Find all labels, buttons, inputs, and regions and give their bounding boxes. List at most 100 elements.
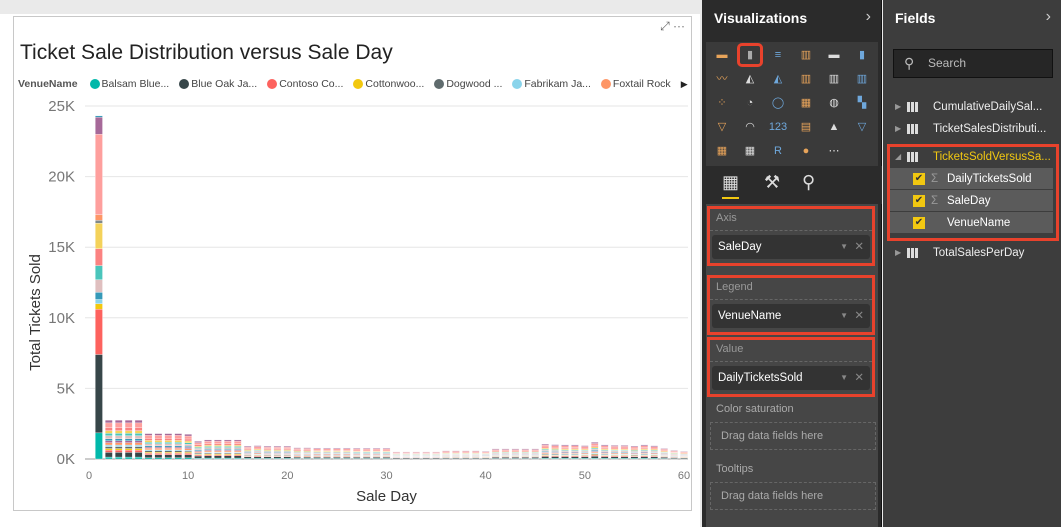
slicer-visual-icon[interactable]: ▽ — [852, 118, 872, 136]
bar-segment — [620, 448, 629, 451]
bar-segment — [650, 453, 659, 455]
remove-icon[interactable]: ✕ — [854, 366, 864, 390]
bar-segment — [253, 446, 262, 449]
axis-field-pill[interactable]: SaleDay ▼ ✕ — [712, 235, 870, 259]
table-visual-icon[interactable]: ▦ — [712, 142, 732, 160]
r-visual-visual-icon[interactable]: R — [768, 142, 788, 160]
kpi-visual-icon[interactable]: ▲ — [824, 118, 844, 136]
x-tick-label: 10 — [182, 470, 194, 482]
map-visual-icon[interactable]: ◍ — [824, 94, 844, 112]
gauge-visual-icon[interactable]: ◠ — [740, 118, 760, 136]
bar-segment — [144, 442, 153, 444]
bar-segment — [313, 455, 321, 457]
search-icon: ⚲ — [904, 55, 915, 71]
fields-search-input[interactable]: ⚲ Search — [893, 49, 1053, 78]
treemap-visual-icon[interactable]: ▦ — [796, 94, 816, 112]
bar-segment — [541, 448, 549, 450]
scatter-visual-icon[interactable]: ⁘ — [712, 94, 732, 112]
clustered-bar-visual-icon[interactable]: ≡ — [768, 46, 788, 64]
value-field-pill[interactable]: DailyTicketsSold ▼ ✕ — [712, 366, 870, 390]
bar-segment — [105, 430, 113, 434]
bar-segment — [640, 456, 649, 459]
legend-item[interactable]: Dogwood ... — [434, 78, 502, 90]
bar-segment — [481, 454, 490, 456]
legend-item[interactable]: Balsam Blue... — [89, 78, 169, 90]
bar-segment — [313, 447, 321, 449]
globe-visual-icon[interactable]: ● — [796, 142, 816, 160]
multi-row-card-visual-icon[interactable]: ▤ — [796, 118, 816, 136]
matrix-visual-icon[interactable]: ▦ — [740, 142, 760, 160]
card-visual-icon[interactable]: 123 — [768, 118, 788, 136]
remove-icon[interactable]: ✕ — [854, 304, 864, 328]
stacked-area-visual-icon[interactable]: ◭ — [768, 70, 788, 88]
bar-segment — [303, 454, 311, 456]
dropdown-icon[interactable]: ▼ — [840, 235, 848, 259]
tooltips-dropzone[interactable]: Drag data fields here — [710, 482, 876, 510]
bar-segment — [541, 454, 549, 456]
100-column-visual-icon[interactable]: ▮ — [852, 46, 872, 64]
line-visual-icon[interactable]: 〰 — [712, 70, 732, 88]
legend-well[interactable]: Legend VenueName ▼ ✕ — [707, 275, 875, 335]
bar-segment — [343, 447, 351, 449]
legend-item[interactable]: Blue Oak Ja... — [179, 78, 257, 90]
legend-next-arrow-icon[interactable]: ▶ — [681, 79, 688, 90]
bar-segment — [600, 450, 609, 452]
format-paint-roller-icon[interactable]: ⚒ — [764, 172, 780, 193]
remove-icon[interactable]: ✕ — [854, 235, 864, 259]
line-clustered-visual-icon[interactable]: ▥ — [824, 70, 844, 88]
bar-segment — [273, 453, 282, 455]
value-well[interactable]: Value DailyTicketsSold ▼ ✕ — [707, 337, 875, 397]
bar-segment — [154, 443, 163, 446]
bar-segment — [630, 450, 639, 452]
bar-segment — [214, 454, 222, 456]
bar-segment — [333, 458, 341, 460]
stacked-column-visual-icon[interactable]: ▮ — [737, 43, 763, 67]
y-tick-label: 15K — [48, 239, 75, 256]
analytics-magnifier-icon[interactable]: ⚲ — [802, 172, 815, 193]
color-saturation-label: Color saturation — [716, 403, 794, 415]
dropdown-icon[interactable]: ▼ — [840, 366, 848, 390]
donut-visual-icon[interactable]: ◯ — [768, 94, 788, 112]
expand-arrow-icon[interactable]: ▶ — [895, 96, 901, 118]
table-total-sales-per-day[interactable]: ▶ TotalSalesPerDay — [883, 242, 1061, 264]
bar-segment — [174, 445, 182, 448]
expand-arrow-icon[interactable]: ▶ — [895, 242, 901, 264]
bar-segment — [323, 447, 331, 449]
more-visual-icon[interactable]: ⋯ — [824, 142, 844, 160]
focus-mode-icon[interactable]: ⤢ ⋯ — [660, 19, 685, 34]
dropdown-icon[interactable]: ▼ — [840, 304, 848, 328]
pie-visual-icon[interactable]: ◔ — [740, 94, 760, 112]
collapse-chevron-icon[interactable]: › — [1046, 8, 1051, 26]
value-label: Value — [710, 340, 872, 362]
color-saturation-dropzone[interactable]: Drag data fields here — [710, 422, 876, 450]
line-column-visual-icon[interactable]: ▥ — [796, 70, 816, 88]
bar-segment — [154, 435, 163, 439]
bar-segment — [521, 448, 530, 450]
clustered-column-visual-icon[interactable]: ▥ — [796, 46, 816, 64]
legend-field-pill[interactable]: VenueName ▼ ✕ — [712, 304, 870, 328]
table-cumulative-daily-sales[interactable]: ▶ CumulativeDailySal... — [883, 96, 1061, 118]
axis-well[interactable]: Axis SaleDay ▼ ✕ — [707, 206, 875, 266]
stacked-bar-visual-icon[interactable]: ▬ — [712, 46, 732, 64]
fields-tab-icon[interactable]: ▦ — [722, 172, 740, 199]
x-tick-label: 20 — [281, 470, 293, 482]
funnel-visual-icon[interactable]: ▽ — [712, 118, 732, 136]
stacked-column-chart-visual[interactable]: ⤢ ⋯ Ticket Sale Distribution versus Sale… — [13, 16, 692, 511]
ribbon-visual-icon[interactable]: ▥ — [852, 70, 872, 88]
bar-segment — [561, 451, 569, 453]
bar-segment — [571, 458, 579, 460]
legend-item[interactable]: Fabrikam Ja... — [512, 78, 591, 90]
bar-segment — [591, 448, 599, 451]
filled-map-visual-icon[interactable]: ▚ — [852, 94, 872, 112]
legend-item[interactable]: Contoso Co... — [267, 78, 343, 90]
bar-segment — [124, 420, 133, 424]
expand-arrow-icon[interactable]: ▶ — [895, 118, 901, 140]
100-bar-visual-icon[interactable]: ▬ — [824, 46, 844, 64]
legend-item[interactable]: Foxtail Rock — [600, 78, 671, 90]
bar-segment — [333, 455, 341, 457]
bar-segment — [531, 449, 540, 451]
area-visual-icon[interactable]: ◭ — [740, 70, 760, 88]
collapse-chevron-icon[interactable]: › — [866, 8, 871, 26]
table-ticket-sales-distribution[interactable]: ▶ TicketSalesDistributi... — [883, 118, 1061, 140]
legend-item[interactable]: Cottonwoo... — [353, 78, 424, 90]
